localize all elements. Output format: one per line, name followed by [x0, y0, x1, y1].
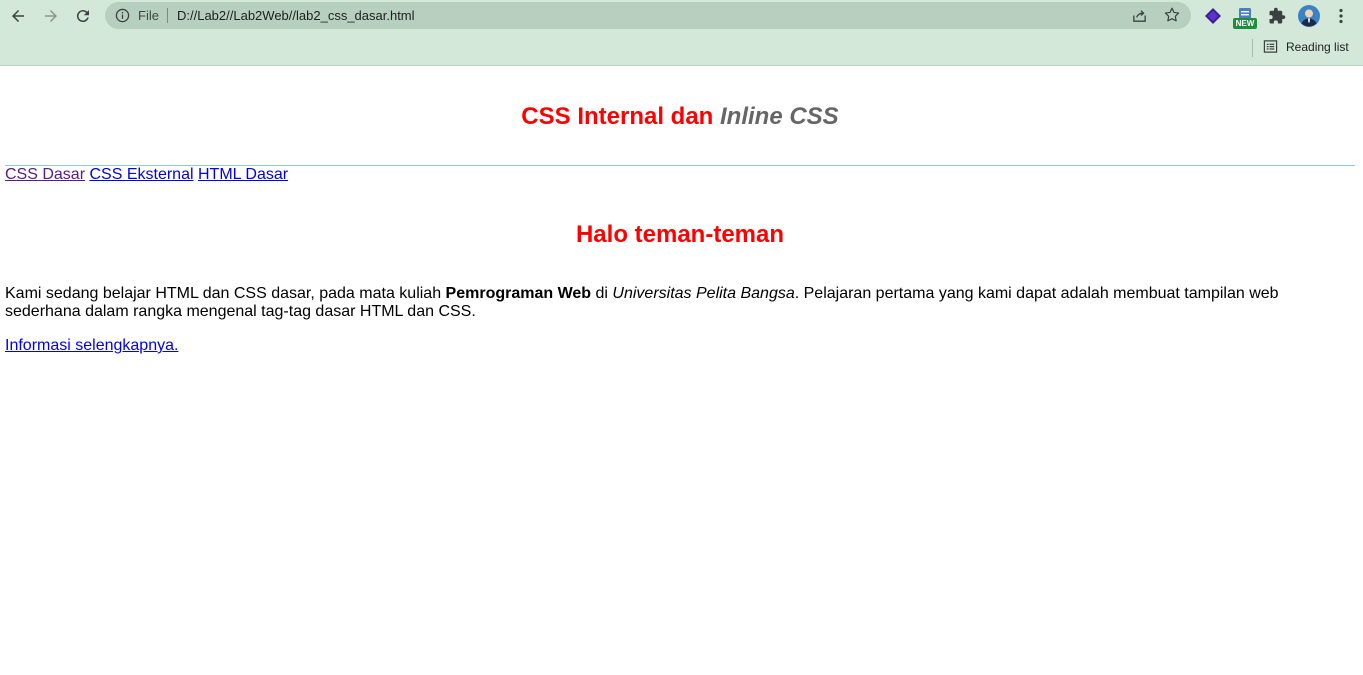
bookmarks-separator [1252, 39, 1253, 57]
para-text-2: di [591, 285, 613, 302]
forward-button[interactable] [39, 4, 63, 28]
arrow-right-icon [45, 10, 57, 22]
browser-chrome: File D://Lab2//Lab2Web//lab2_css_dasar.h… [0, 0, 1363, 66]
new-badge: NEW [1233, 18, 1257, 29]
menu-button[interactable] [1330, 5, 1352, 27]
page-title-text: CSS Internal dan [521, 103, 720, 130]
extensions-button[interactable] [1266, 5, 1288, 27]
reload-icon [76, 10, 89, 23]
para-italic: Universitas Pelita Bangsa [612, 285, 795, 302]
back-button[interactable] [6, 4, 30, 28]
nav-link-css-dasar[interactable]: CSS Dasar [5, 166, 85, 183]
greeting-heading: Halo teman-teman [575, 221, 785, 248]
page-content: CSS Internal dan Inline CSS CSS Dasar CS… [0, 67, 1363, 675]
browser-toolbar: File D://Lab2//Lab2Web//lab2_css_dasar.h… [0, 0, 1363, 32]
file-label: File [138, 8, 159, 23]
avatar-icon [1298, 5, 1320, 27]
share-icon[interactable] [1131, 7, 1148, 24]
page-title-inline: Inline CSS [720, 103, 839, 130]
diamond-extension-icon [1205, 8, 1221, 24]
nav-link-css-eksternal[interactable]: CSS Eksternal [89, 166, 193, 183]
more-info-link[interactable]: Informasi selengkapnya. [5, 337, 178, 355]
info-icon[interactable] [115, 8, 130, 23]
nav-links: CSS Dasar CSS Eksternal HTML Dasar [5, 166, 288, 184]
reading-list-label: Reading list [1286, 39, 1349, 54]
para-bold: Pemrograman Web [445, 285, 592, 302]
omnibox-separator [167, 8, 168, 23]
extension-purple-icon[interactable] [1202, 5, 1224, 27]
profile-avatar[interactable] [1298, 5, 1320, 27]
kebab-menu-icon [1339, 8, 1343, 24]
intro-paragraph: Kami sedang belajar HTML dan CSS dasar, … [5, 285, 1325, 321]
bookmarks-bar: Reading list [0, 34, 1363, 62]
page-title: CSS Internal dan Inline CSS [0, 103, 1360, 131]
url-text[interactable]: D://Lab2//Lab2Web//lab2_css_dasar.html [177, 8, 415, 23]
para-text-1: Kami sedang belajar HTML dan CSS dasar, … [5, 285, 446, 302]
arrow-left-icon [12, 10, 24, 22]
reading-list-button[interactable]: Reading list [1263, 39, 1349, 54]
nav-link-html-dasar[interactable]: HTML Dasar [198, 166, 288, 183]
reload-button[interactable] [71, 4, 95, 28]
address-bar[interactable]: File D://Lab2//Lab2Web//lab2_css_dasar.h… [105, 2, 1191, 29]
star-icon[interactable] [1163, 6, 1181, 24]
puzzle-icon [1269, 7, 1286, 24]
reading-list-icon [1263, 40, 1278, 53]
